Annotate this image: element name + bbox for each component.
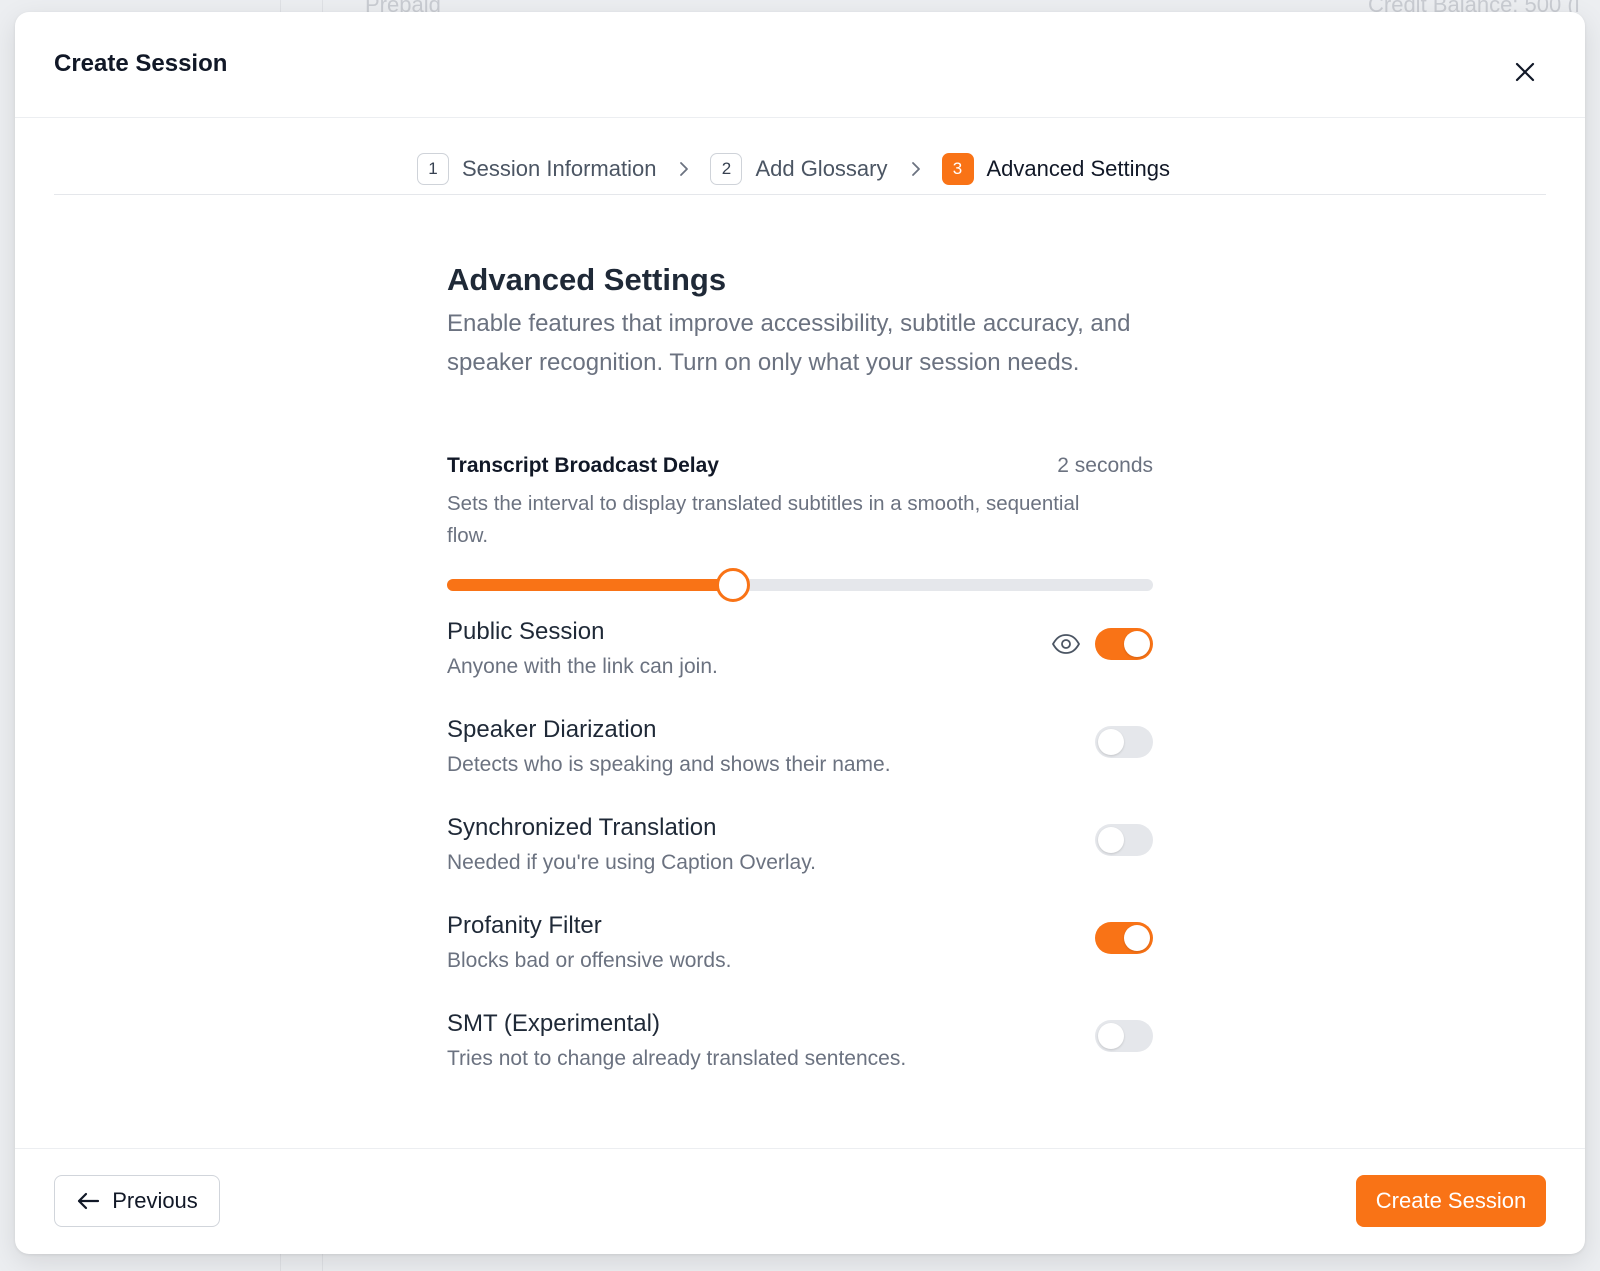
delay-value: 2 seconds xyxy=(1057,454,1153,477)
setting-speaker-diarization: Speaker Diarization Detects who is speak… xyxy=(447,716,1153,796)
close-icon xyxy=(1515,62,1535,82)
setting-description: Tries not to change already translated s… xyxy=(447,1047,907,1070)
create-session-button[interactable]: Create Session xyxy=(1356,1175,1546,1227)
setting-smt-experimental: SMT (Experimental) Tries not to change a… xyxy=(447,1010,1153,1090)
toggle-knob xyxy=(1124,925,1150,951)
step-number: 2 xyxy=(710,153,743,185)
smt-experimental-toggle[interactable] xyxy=(1095,1020,1153,1052)
modal-header: Create Session xyxy=(15,12,1585,118)
speaker-diarization-toggle[interactable] xyxy=(1095,726,1153,758)
chevron-right-icon xyxy=(910,160,922,178)
step-label: Add Glossary xyxy=(755,156,888,181)
setting-profanity-filter: Profanity Filter Blocks bad or offensive… xyxy=(447,912,1153,992)
step-label: Session Information xyxy=(462,156,657,181)
previous-button[interactable]: Previous xyxy=(54,1175,220,1227)
setting-title: Speaker Diarization xyxy=(447,716,657,743)
setting-title: Profanity Filter xyxy=(447,912,602,939)
create-session-modal: Create Session 1 Session Information 2 A… xyxy=(15,12,1585,1254)
step-add-glossary[interactable]: 2 Add Glossary xyxy=(710,153,888,185)
eye-icon xyxy=(1051,630,1081,658)
setting-description: Blocks bad or offensive words. xyxy=(447,949,732,972)
modal-title: Create Session xyxy=(54,50,228,77)
step-number: 3 xyxy=(941,153,974,185)
toggle-knob xyxy=(1098,729,1124,755)
step-label: Advanced Settings xyxy=(986,156,1170,181)
setting-title: Synchronized Translation xyxy=(447,814,717,841)
setting-public-session: Public Session Anyone with the link can … xyxy=(447,618,1153,698)
setting-description: Detects who is speaking and shows their … xyxy=(447,753,891,776)
toggle-knob xyxy=(1098,1023,1124,1049)
section-description: Enable features that improve accessibili… xyxy=(447,310,1131,376)
modal-footer: Previous Create Session xyxy=(15,1148,1585,1254)
slider-thumb[interactable] xyxy=(716,568,750,602)
step-session-information[interactable]: 1 Session Information xyxy=(417,153,656,185)
profanity-filter-toggle[interactable] xyxy=(1095,922,1153,954)
previous-label: Previous xyxy=(112,1188,198,1213)
delay-description: Sets the interval to display translated … xyxy=(447,492,1080,547)
toggle-knob xyxy=(1098,827,1124,853)
delay-slider[interactable] xyxy=(447,568,1153,602)
setting-description: Anyone with the link can join. xyxy=(447,655,718,678)
synchronized-translation-toggle[interactable] xyxy=(1095,824,1153,856)
arrow-left-icon xyxy=(78,1192,100,1210)
public-session-toggle[interactable] xyxy=(1095,628,1153,660)
section-title: Advanced Settings xyxy=(447,262,727,297)
setting-synchronized-translation: Synchronized Translation Needed if you'r… xyxy=(447,814,1153,894)
step-advanced-settings[interactable]: 3 Advanced Settings xyxy=(941,153,1170,185)
close-button[interactable] xyxy=(1505,52,1545,92)
chevron-right-icon xyxy=(678,160,690,178)
slider-fill xyxy=(447,579,733,591)
setting-title: SMT (Experimental) xyxy=(447,1010,660,1037)
toggle-knob xyxy=(1124,631,1150,657)
delay-title: Transcript Broadcast Delay xyxy=(447,454,719,477)
setting-description: Needed if you're using Caption Overlay. xyxy=(447,851,816,874)
step-number: 1 xyxy=(417,153,449,185)
stepper-divider xyxy=(54,194,1546,195)
setting-title: Public Session xyxy=(447,618,605,645)
